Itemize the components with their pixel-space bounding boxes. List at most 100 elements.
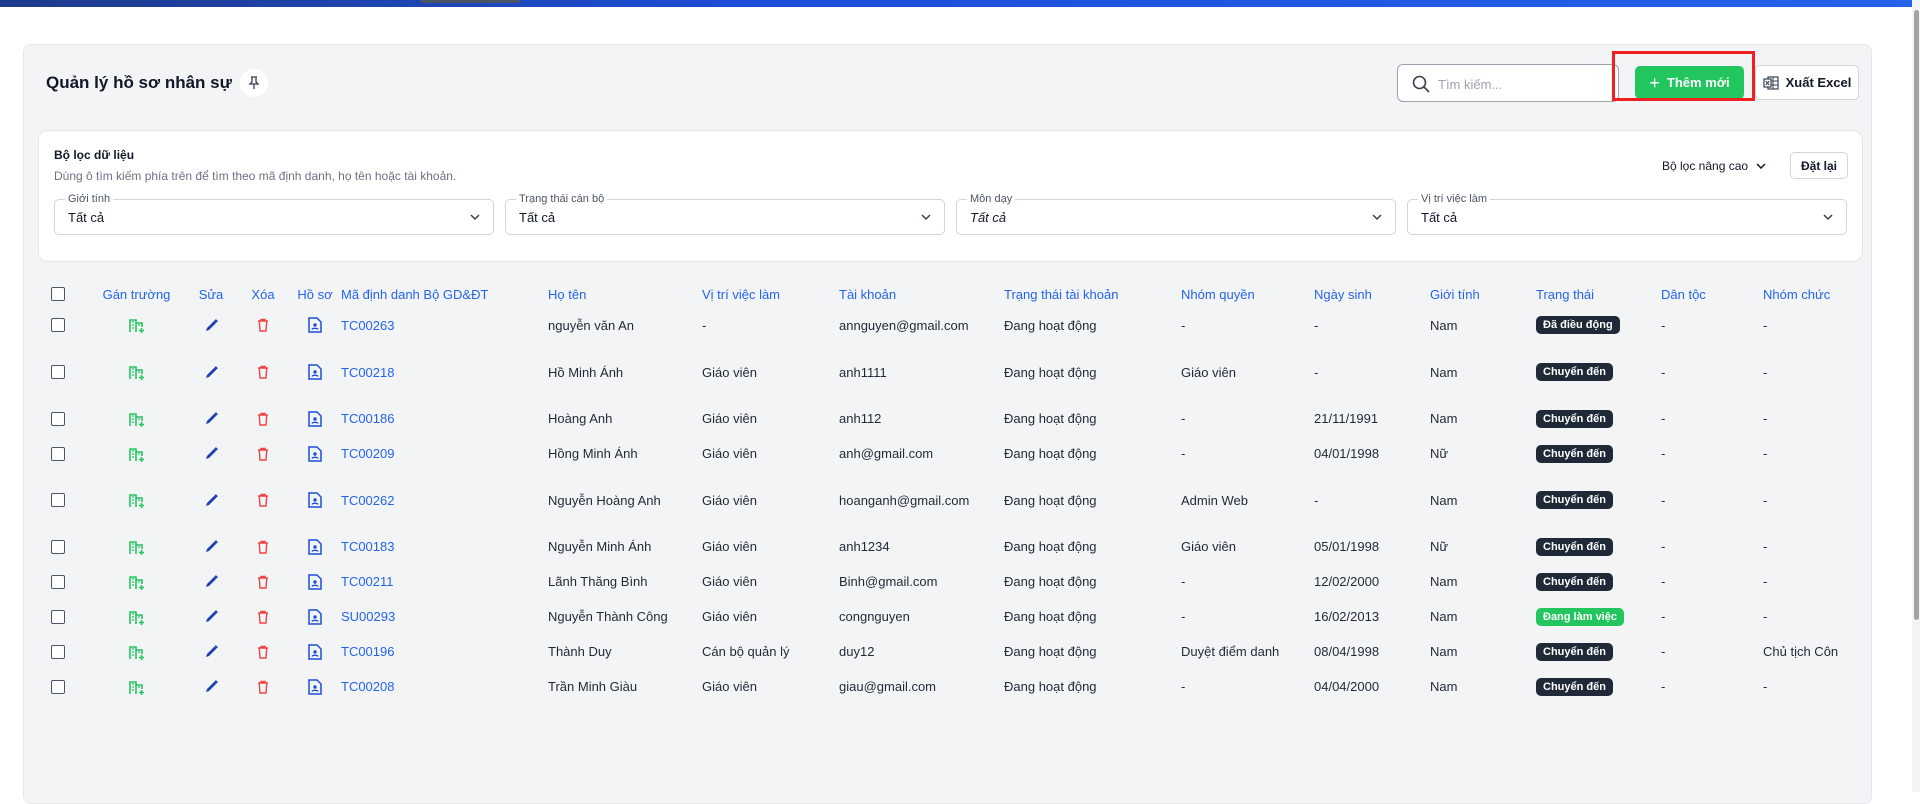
view-profile-button[interactable] xyxy=(289,471,341,530)
pin-button[interactable] xyxy=(240,69,268,97)
column-header[interactable]: Sửa xyxy=(185,280,237,308)
permission-group: - xyxy=(1181,436,1314,472)
table-row[interactable]: SU00293 Nguyễn Thành Công Giáo viên congngu… xyxy=(38,599,1839,635)
edit-button[interactable] xyxy=(185,564,237,600)
delete-button[interactable] xyxy=(237,436,289,472)
table-row[interactable]: TC00262 Nguyễn Hoàng Anh Giáo viên hoanganh… xyxy=(38,471,1839,530)
vertical-scrollbar-thumb[interactable] xyxy=(1914,10,1919,620)
edit-button[interactable] xyxy=(185,599,237,635)
table-row[interactable]: TC00183 Nguyễn Minh Ánh Giáo viên anh1234 Đa… xyxy=(38,529,1839,565)
delete-button[interactable] xyxy=(237,669,289,705)
assign-school-button[interactable] xyxy=(88,471,185,530)
search-box[interactable] xyxy=(1397,64,1619,102)
table-row[interactable]: TC00209 Hồng Minh Ánh Giáo viên anh@gmail.c… xyxy=(38,436,1839,472)
reset-button[interactable]: Đặt lại xyxy=(1790,152,1848,179)
delete-button[interactable] xyxy=(237,599,289,635)
column-header[interactable]: Gán trường xyxy=(88,280,185,308)
column-header[interactable]: Hồ sơ xyxy=(289,280,341,308)
staff-code-link[interactable]: SU00293 xyxy=(341,599,548,635)
staff-code-link[interactable]: TC00211 xyxy=(341,564,548,600)
advanced-filter-toggle[interactable]: Bộ lọc nâng cao xyxy=(1662,159,1766,173)
subject-select[interactable]: Môn dạy Tất cả xyxy=(956,193,1396,235)
edit-button[interactable] xyxy=(185,343,237,402)
column-header[interactable]: Xóa xyxy=(237,280,289,308)
row-checkbox[interactable] xyxy=(51,574,65,589)
row-checkbox[interactable] xyxy=(51,411,65,426)
gender-select[interactable]: Giới tính Tất cả xyxy=(54,193,494,235)
edit-button[interactable] xyxy=(185,436,237,472)
staff-code-link[interactable]: TC00218 xyxy=(341,343,548,402)
column-header[interactable]: Nhóm quyền xyxy=(1181,280,1314,308)
table-row[interactable]: TC00208 Trần Minh Giàu Giáo viên giau@gmail… xyxy=(38,669,1839,705)
delete-button[interactable] xyxy=(237,308,289,344)
staff-code-link[interactable]: TC00208 xyxy=(341,669,548,705)
assign-school-button[interactable] xyxy=(88,564,185,600)
assign-school-button[interactable] xyxy=(88,343,185,402)
row-select-cell xyxy=(38,669,88,705)
delete-button[interactable] xyxy=(237,529,289,565)
view-profile-button[interactable] xyxy=(289,401,341,437)
staff-code-link[interactable]: TC00183 xyxy=(341,529,548,565)
table-row[interactable]: TC00211 Lãnh Thăng Bình Giáo viên Binh@gmai… xyxy=(38,564,1839,600)
staff-code-link[interactable]: TC00186 xyxy=(341,401,548,437)
table-row[interactable]: TC00186 Hoàng Anh Giáo viên anh112 Đang hoạt… xyxy=(38,401,1839,437)
staff-code-link[interactable]: TC00262 xyxy=(341,471,548,530)
export-excel-button[interactable]: Xuất Excel xyxy=(1755,65,1859,100)
view-profile-button[interactable] xyxy=(289,436,341,472)
staff-status-select-label: Trạng thái cán bộ xyxy=(516,193,608,205)
column-header[interactable]: Dân tộc xyxy=(1661,280,1763,308)
column-header[interactable]: Giới tính xyxy=(1430,280,1536,308)
row-checkbox[interactable] xyxy=(51,644,65,659)
delete-button[interactable] xyxy=(237,401,289,437)
staff-code-link[interactable]: TC00263 xyxy=(341,308,548,344)
row-checkbox[interactable] xyxy=(51,365,65,379)
job-position-select[interactable]: Vị trí việc làm Tất cả xyxy=(1407,193,1847,235)
assign-school-button[interactable] xyxy=(88,308,185,344)
row-checkbox[interactable] xyxy=(51,609,65,624)
edit-button[interactable] xyxy=(185,308,237,344)
column-header[interactable]: Họ tên xyxy=(548,280,702,308)
view-profile-button[interactable] xyxy=(289,564,341,600)
staff-code-link[interactable]: TC00209 xyxy=(341,436,548,472)
view-profile-button[interactable] xyxy=(289,343,341,402)
staff-code-link[interactable]: TC00196 xyxy=(341,634,548,670)
view-profile-button[interactable] xyxy=(289,634,341,670)
edit-button[interactable] xyxy=(185,401,237,437)
staff-status-select[interactable]: Trạng thái cán bộ Tất cả xyxy=(505,193,945,235)
assign-school-button[interactable] xyxy=(88,669,185,705)
edit-button[interactable] xyxy=(185,634,237,670)
view-profile-button[interactable] xyxy=(289,599,341,635)
table-row[interactable]: TC00263 nguyễn văn An - annguyen@gmail.com Đ… xyxy=(38,308,1839,344)
delete-button[interactable] xyxy=(237,471,289,530)
edit-button[interactable] xyxy=(185,529,237,565)
column-header[interactable]: Ngày sinh xyxy=(1314,280,1430,308)
row-checkbox[interactable] xyxy=(51,493,65,507)
view-profile-button[interactable] xyxy=(289,669,341,705)
table-row[interactable]: TC00218 Hồ Minh Ánh Giáo viên anh1111 Đang h… xyxy=(38,343,1839,402)
delete-button[interactable] xyxy=(237,564,289,600)
column-header[interactable]: Trạng thái tài khoản xyxy=(1004,280,1181,308)
select-all-checkbox[interactable] xyxy=(51,287,65,301)
assign-school-button[interactable] xyxy=(88,401,185,437)
table-row[interactable]: TC00196 Thành Duy Cán bộ quản lý duy12 Đang … xyxy=(38,634,1839,670)
assign-school-button[interactable] xyxy=(88,634,185,670)
view-profile-button[interactable] xyxy=(289,308,341,344)
column-header[interactable]: Vị trí việc làm xyxy=(702,280,839,308)
assign-school-button[interactable] xyxy=(88,599,185,635)
edit-button[interactable] xyxy=(185,669,237,705)
row-checkbox[interactable] xyxy=(51,679,65,694)
assign-school-button[interactable] xyxy=(88,529,185,565)
row-checkbox[interactable] xyxy=(51,539,65,554)
assign-school-button[interactable] xyxy=(88,436,185,472)
edit-button[interactable] xyxy=(185,471,237,530)
column-header[interactable]: Trạng thái xyxy=(1536,280,1661,308)
column-header[interactable]: Nhóm chức xyxy=(1763,280,1838,308)
column-header[interactable]: Tài khoản xyxy=(839,280,1004,308)
column-header[interactable]: Mã định danh Bộ GD&ĐT xyxy=(341,280,548,308)
row-checkbox[interactable] xyxy=(51,446,65,461)
delete-button[interactable] xyxy=(237,343,289,402)
row-checkbox[interactable] xyxy=(51,318,65,333)
delete-button[interactable] xyxy=(237,634,289,670)
view-profile-button[interactable] xyxy=(289,529,341,565)
search-input[interactable] xyxy=(1438,74,1608,94)
